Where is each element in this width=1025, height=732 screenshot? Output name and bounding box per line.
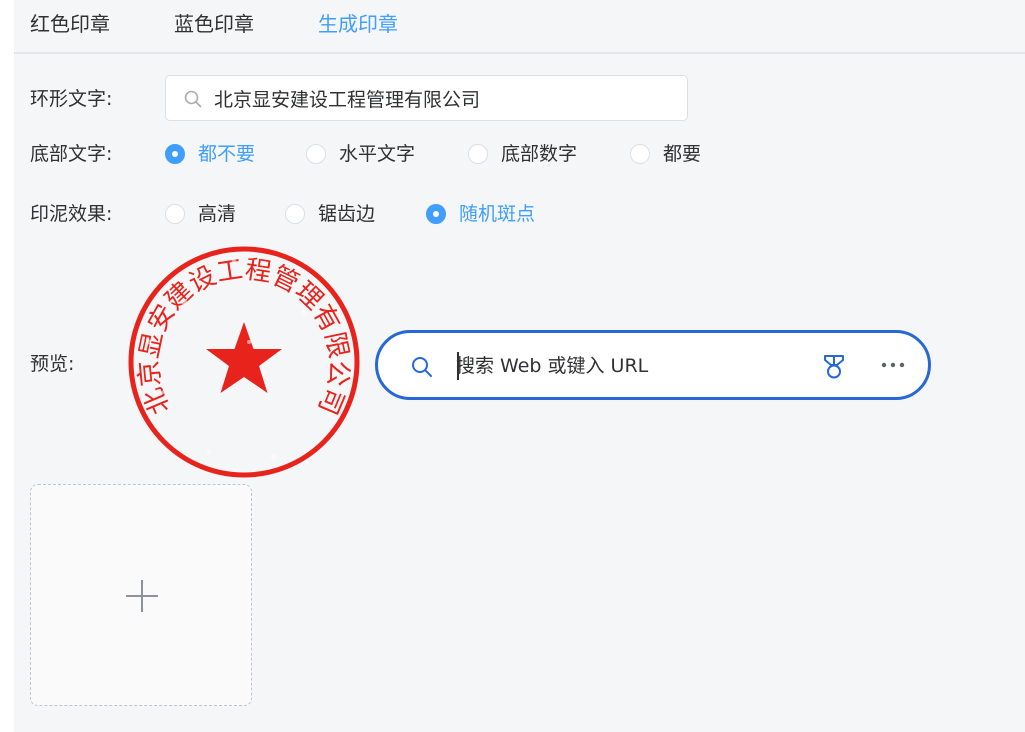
ring-text-input[interactable] [214, 84, 674, 112]
radio-ink-spots[interactable]: 随机斑点 [426, 201, 535, 227]
search-icon [184, 90, 202, 108]
radio-dot [426, 204, 446, 224]
tab-red-seal[interactable]: 红色印章 [30, 10, 110, 38]
radio-bottom-both[interactable]: 都要 [630, 141, 701, 167]
search-icon [412, 357, 432, 377]
ring-text-field[interactable] [165, 75, 688, 121]
radio-dot [468, 144, 488, 164]
medal-icon[interactable] [822, 354, 846, 380]
ring-text-label: 环形文字: [30, 88, 113, 110]
tab-bar: 红色印章 蓝色印章 生成印章 [14, 0, 1025, 54]
radio-bottom-horizontal[interactable]: 水平文字 [306, 141, 415, 167]
radio-dot [285, 204, 305, 224]
radio-label: 随机斑点 [459, 203, 536, 225]
radio-ink-hd[interactable]: 高清 [165, 201, 236, 227]
star-icon [206, 322, 282, 393]
radio-dot [165, 204, 185, 224]
radio-bottom-number[interactable]: 底部数字 [468, 141, 577, 167]
tab-generate-seal[interactable]: 生成印章 [318, 10, 398, 38]
tab-blue-seal[interactable]: 蓝色印章 [174, 10, 254, 38]
left-gutter [0, 0, 14, 732]
more-icon[interactable] [880, 359, 906, 371]
ink-effect-label: 印泥效果: [30, 203, 113, 225]
bottom-text-label: 底部文字: [30, 143, 113, 165]
radio-ink-jagged[interactable]: 锯齿边 [285, 201, 375, 227]
radio-label: 都要 [663, 143, 702, 165]
radio-dot [306, 144, 326, 164]
upload-button[interactable] [30, 484, 252, 706]
radio-dot [165, 144, 185, 164]
radio-label: 高清 [198, 203, 237, 225]
browser-search-bar[interactable]: 搜索 Web 或键入 URL [375, 330, 931, 400]
browser-search-placeholder[interactable]: 搜索 Web 或键入 URL [456, 353, 648, 379]
radio-label: 水平文字 [339, 143, 416, 165]
preview-label: 预览: [30, 353, 75, 375]
seal-generator-panel: 红色印章 蓝色印章 生成印章 环形文字: 底部文字: 都不要 水平文字 底部数字… [14, 0, 1025, 732]
radio-label: 都不要 [198, 143, 256, 165]
radio-bottom-none[interactable]: 都不要 [165, 141, 255, 167]
seal-preview-image: 北京显安建设工程管理有限公司 [128, 246, 360, 478]
plus-icon [126, 580, 158, 612]
radio-label: 锯齿边 [318, 203, 376, 225]
radio-label: 底部数字 [501, 143, 578, 165]
radio-dot [630, 144, 650, 164]
